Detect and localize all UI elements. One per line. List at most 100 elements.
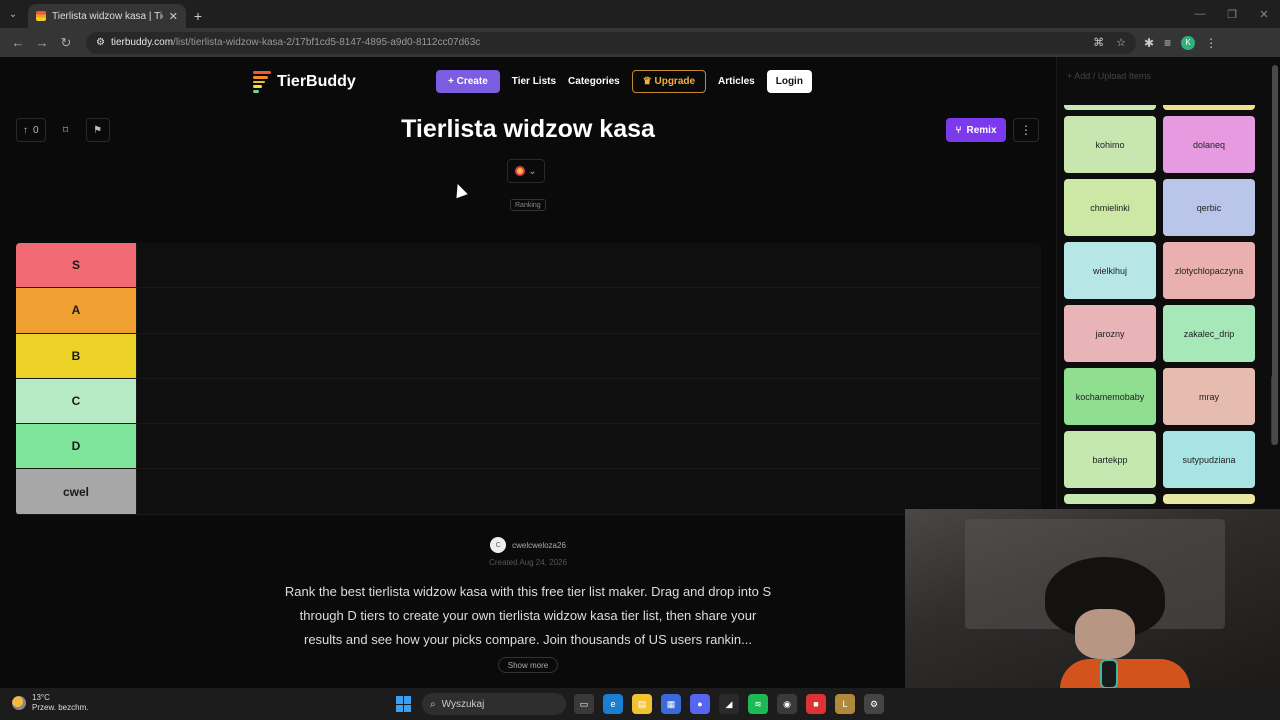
close-window-icon[interactable]: ✕ (1248, 0, 1280, 28)
fork-icon: ⑂ (955, 124, 962, 136)
add-upload-items-button[interactable]: + Add / Upload Items (1067, 71, 1151, 81)
draggable-item[interactable]: dolaneq (1163, 116, 1255, 173)
app-dark-icon[interactable]: ◢ (719, 694, 739, 714)
app-lol-icon[interactable]: L (835, 694, 855, 714)
draggable-item[interactable]: zakalec_drip (1163, 305, 1255, 362)
profile-avatar[interactable]: K (1181, 35, 1196, 50)
forward-icon[interactable]: → (30, 31, 54, 55)
tier-label[interactable]: cwel (16, 469, 136, 514)
draggable-item[interactable]: chmielinki (1064, 179, 1156, 236)
browser-tab[interactable]: Tierlista widzow kasa | TierBuddy ✕ (28, 4, 186, 28)
translate-icon[interactable]: ⌘ (1093, 36, 1104, 49)
chrome-icon[interactable]: ◉ (777, 694, 797, 714)
weather-widget[interactable]: 13°C Przew. bezchm. (12, 693, 88, 713)
back-icon[interactable]: ← (6, 31, 30, 55)
bookmark-star-icon[interactable]: ☆ (1116, 36, 1126, 49)
creator-info[interactable]: C cwelcweloza26 (0, 537, 1056, 553)
tier-label[interactable]: A (16, 288, 136, 333)
minimize-icon[interactable]: — (1184, 0, 1216, 28)
tier-drop-zone[interactable] (136, 378, 1041, 424)
crown-icon: ♛ (642, 76, 652, 87)
remix-label: Remix (966, 124, 997, 136)
list-description: Rank the best tierlista widzow kasa with… (284, 584, 772, 647)
tier-label[interactable]: C (16, 378, 136, 424)
draggable-item[interactable] (1064, 494, 1156, 504)
maximize-icon[interactable]: ❐ (1216, 0, 1248, 28)
taskbar-search[interactable]: ⌕ Wyszukaj (422, 693, 566, 715)
draggable-item[interactable]: jarozny (1064, 305, 1156, 362)
browser-tabbar: ⌄ Tierlista widzow kasa | TierBuddy ✕ + … (0, 0, 1280, 28)
tier-drop-zone[interactable] (136, 469, 1041, 514)
logo-link[interactable]: TierBuddy (253, 71, 356, 93)
tier-drop-zone[interactable] (136, 243, 1041, 288)
discord-icon[interactable]: ● (690, 694, 710, 714)
nav-tier-lists[interactable]: Tier Lists (512, 70, 556, 93)
tier-label[interactable]: S (16, 243, 136, 288)
reload-icon[interactable]: ↻ (54, 31, 78, 55)
app-red-icon[interactable]: ■ (806, 694, 826, 714)
items-scroll-area[interactable]: kohimo dolaneq chmielinki qerbic wielkihuj zl… (1064, 105, 1264, 509)
tier-drop-zone[interactable] (136, 333, 1041, 378)
draggable-item[interactable]: kohimo (1064, 116, 1156, 173)
remix-button[interactable]: ⑂ Remix (946, 118, 1006, 142)
draggable-item[interactable]: kochamemobaby (1064, 368, 1156, 425)
draggable-item[interactable]: zlotychlopaczyna (1163, 242, 1255, 299)
created-date: Created Aug 24, 2026 (489, 558, 567, 567)
weather-text: 13°C Przew. bezchm. (32, 693, 88, 713)
draggable-item[interactable]: mray (1163, 368, 1255, 425)
draggable-item[interactable] (1163, 105, 1255, 110)
creator-name[interactable]: cwelcweloza26 (512, 541, 566, 550)
taskbar: 13°C Przew. bezchm. ⌕ Wyszukaj ▭ e ▤ ▦ ● ◢ ≋ ◉ ■… (0, 688, 1280, 720)
more-options-button[interactable]: ⋮ (1013, 118, 1039, 142)
tierbuddy-favicon-icon (36, 11, 46, 21)
tier-row: B (16, 333, 1041, 379)
browser-toolbar: ← → ↻ ⚙ tierbuddy.com/list/tierlista-wid… (0, 28, 1280, 57)
close-tab-icon[interactable]: ✕ (169, 10, 178, 23)
draggable-item[interactable] (1064, 105, 1156, 110)
draggable-item[interactable]: qerbic (1163, 179, 1255, 236)
weather-temp: 13°C (32, 693, 50, 702)
draggable-item[interactable]: bartekpp (1064, 431, 1156, 488)
chevron-down-icon: ⌄ (528, 165, 537, 177)
tier-row: D (16, 424, 1041, 470)
tab-search-icon[interactable]: ⌄ (0, 0, 26, 28)
task-view-icon[interactable]: ▭ (574, 694, 594, 714)
taskbar-apps: ▭ e ▤ ▦ ● ◢ ≋ ◉ ■ L ⚙ (574, 694, 884, 714)
add-upload-label: Add / Upload Items (1074, 71, 1151, 81)
address-bar[interactable]: ⚙ tierbuddy.com/list/tierlista-widzow-ka… (86, 31, 1136, 54)
nav-categories[interactable]: Categories (568, 70, 620, 93)
upgrade-button[interactable]: ♛ Upgrade (631, 70, 707, 93)
login-button[interactable]: Login (766, 70, 812, 93)
nav-articles[interactable]: Articles (718, 70, 755, 93)
webcam-person-shirt (1060, 659, 1190, 690)
draggable-item[interactable]: sutypudziana (1163, 431, 1255, 488)
tier-label[interactable]: D (16, 424, 136, 469)
tier-drop-zone[interactable] (136, 288, 1041, 333)
chrome-menu-icon[interactable]: ⋮ (1205, 36, 1217, 50)
create-button[interactable]: + Create (436, 70, 500, 93)
new-tab-button[interactable]: + (186, 4, 210, 28)
page-scroll-thumb[interactable] (1272, 65, 1278, 445)
show-more-button[interactable]: Show more (498, 657, 558, 673)
site-info-icon[interactable]: ⚙ (96, 37, 105, 48)
steam-icon[interactable]: ⚙ (864, 694, 884, 714)
reaction-selector[interactable]: ⌄ (507, 159, 545, 183)
creator-avatar: C (490, 537, 507, 553)
extensions-icon[interactable]: ✱ (1144, 36, 1154, 50)
mouse-cursor-icon (452, 181, 468, 199)
webcam-overlay (905, 509, 1280, 690)
tier-drop-zone[interactable] (136, 424, 1041, 469)
webcam-person-face (1075, 609, 1135, 659)
draggable-item[interactable] (1163, 494, 1255, 504)
weather-partly-cloudy-icon (12, 696, 26, 710)
tier-label[interactable]: B (16, 333, 136, 378)
edge-icon[interactable]: e (603, 694, 623, 714)
media-controls-icon[interactable]: ≡ (1164, 36, 1171, 50)
store-icon[interactable]: ▦ (661, 694, 681, 714)
search-icon: ⌕ (430, 698, 436, 710)
tier-row: S (16, 243, 1041, 289)
files-icon[interactable]: ▤ (632, 694, 652, 714)
draggable-item[interactable]: wielkihuj (1064, 242, 1156, 299)
spotify-icon[interactable]: ≋ (748, 694, 768, 714)
windows-start-icon[interactable] (396, 696, 412, 712)
